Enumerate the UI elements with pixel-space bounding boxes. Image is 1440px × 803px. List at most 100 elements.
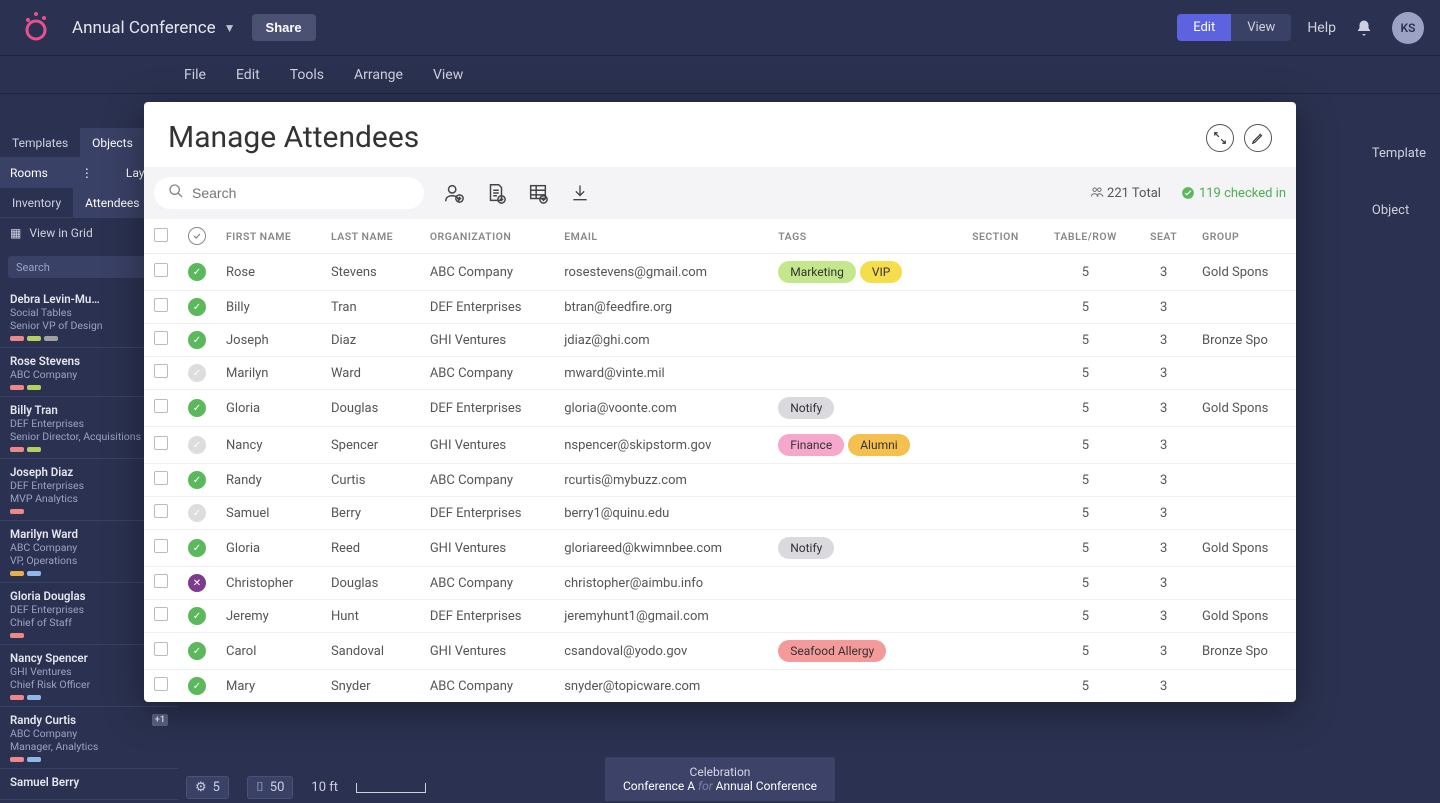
cell-tags: MarketingVIP <box>768 254 955 291</box>
col-table[interactable]: TABLE/ROW <box>1036 219 1136 254</box>
add-list-icon[interactable] <box>484 181 508 205</box>
row-checkbox[interactable] <box>154 471 168 485</box>
row-checkbox[interactable] <box>154 263 168 277</box>
table-row[interactable]: ✓ Billy Tran DEF Enterprises btran@feedf… <box>144 291 1296 324</box>
view-in-grid[interactable]: View in Grid <box>29 226 92 240</box>
col-seat[interactable]: SEAT <box>1135 219 1192 254</box>
help-link[interactable]: Help <box>1307 20 1336 36</box>
menu-view[interactable]: View <box>433 67 463 83</box>
cell-org: DEF Enterprises <box>420 291 554 324</box>
cell-group <box>1192 567 1296 600</box>
cell-lastname: Douglas <box>321 390 420 427</box>
share-button[interactable]: Share <box>252 14 316 41</box>
cell-group: Gold Spons <box>1192 530 1296 567</box>
chair-count[interactable]: ⌷ 50 <box>247 776 293 799</box>
cell-seat: 3 <box>1135 670 1192 703</box>
table-row[interactable]: ✓ Rose Stevens ABC Company rosestevens@g… <box>144 254 1296 291</box>
col-group[interactable]: GROUP <box>1192 219 1296 254</box>
row-checkbox[interactable] <box>154 298 168 312</box>
sidebar-attendee-card[interactable]: Samuel Berry <box>0 769 178 800</box>
table-row[interactable]: ✓ Joseph Diaz GHI Ventures jdiaz@ghi.com… <box>144 324 1296 357</box>
sidebar-search[interactable]: Search <box>8 256 164 278</box>
cell-table: 5 <box>1036 670 1136 703</box>
tab-objects[interactable]: Objects <box>80 128 145 157</box>
table-row[interactable]: ✓ Randy Curtis ABC Company rcurtis@mybuz… <box>144 464 1296 497</box>
tag-pill: Finance <box>778 434 844 456</box>
expand-icon[interactable] <box>1206 124 1234 152</box>
col-tags[interactable]: TAGS <box>768 219 955 254</box>
gear-count[interactable]: ⚙︎ 5 <box>186 776 229 799</box>
row-checkbox[interactable] <box>154 539 168 553</box>
status-icon: ✓ <box>188 642 206 660</box>
banner-event: Celebration <box>623 765 817 779</box>
col-section[interactable]: SECTION <box>955 219 1035 254</box>
tab-attendees[interactable]: Attendees <box>73 188 151 217</box>
col-firstname[interactable]: FIRST NAME <box>216 219 321 254</box>
kebab-icon[interactable]: ⋮ <box>81 166 93 180</box>
columns-icon[interactable] <box>526 181 550 205</box>
status-icon: ✓ <box>188 331 206 349</box>
select-all-checkbox[interactable] <box>154 228 168 242</box>
gear-icon: ⚙︎ <box>195 780 207 795</box>
edit-icon[interactable] <box>1244 124 1272 152</box>
user-avatar[interactable]: KS <box>1392 12 1424 44</box>
banner-room: Conference A <box>623 779 695 793</box>
cell-seat: 3 <box>1135 633 1192 670</box>
table-row[interactable]: ✓ Gloria Douglas DEF Enterprises gloria@… <box>144 390 1296 427</box>
col-email[interactable]: EMAIL <box>554 219 768 254</box>
room-banner[interactable]: Celebration Conference A for Annual Conf… <box>605 757 835 801</box>
tab-inventory[interactable]: Inventory <box>0 188 73 217</box>
row-checkbox[interactable] <box>154 642 168 656</box>
row-checkbox[interactable] <box>154 331 168 345</box>
cell-tags <box>768 497 955 530</box>
row-checkbox[interactable] <box>154 399 168 413</box>
search-box[interactable] <box>154 177 424 209</box>
view-mode-button[interactable]: View <box>1231 14 1291 41</box>
menu-edit[interactable]: Edit <box>236 67 260 83</box>
row-checkbox[interactable] <box>154 364 168 378</box>
cell-seat: 3 <box>1135 530 1192 567</box>
menu-tools[interactable]: Tools <box>290 67 324 83</box>
table-header-row: FIRST NAME LAST NAME ORGANIZATION EMAIL … <box>144 219 1296 254</box>
col-org[interactable]: ORGANIZATION <box>420 219 554 254</box>
cell-tags: Notify <box>768 530 955 567</box>
right-tab-object[interactable]: Object <box>1362 203 1436 218</box>
tab-templates[interactable]: Templates <box>0 128 80 157</box>
add-person-icon[interactable] <box>442 181 466 205</box>
table-row[interactable]: ✓ Jeremy Hunt DEF Enterprises jeremyhunt… <box>144 600 1296 633</box>
menu-arrange[interactable]: Arrange <box>354 67 403 83</box>
row-checkbox[interactable] <box>154 436 168 450</box>
table-row[interactable]: ✕ Christopher Douglas ABC Company christ… <box>144 567 1296 600</box>
download-icon[interactable] <box>568 181 592 205</box>
row-checkbox[interactable] <box>154 677 168 691</box>
row-checkbox[interactable] <box>154 574 168 588</box>
edit-mode-button[interactable]: Edit <box>1177 14 1231 41</box>
menu-file[interactable]: File <box>184 67 206 83</box>
cell-table: 5 <box>1036 357 1136 390</box>
table-row[interactable]: ✓ Nancy Spencer GHI Ventures nspencer@sk… <box>144 427 1296 464</box>
table-row[interactable]: ✓ Carol Sandoval GHI Ventures csandoval@… <box>144 633 1296 670</box>
col-lastname[interactable]: LAST NAME <box>321 219 420 254</box>
cell-org: ABC Company <box>420 464 554 497</box>
cell-email: snyder@topicware.com <box>554 670 768 703</box>
right-tab-template[interactable]: Template <box>1362 128 1436 179</box>
table-row[interactable]: ✓ Mary Snyder ABC Company snyder@topicwa… <box>144 670 1296 703</box>
row-checkbox[interactable] <box>154 504 168 518</box>
tab-rooms[interactable]: Rooms <box>10 166 48 180</box>
cell-org: GHI Ventures <box>420 324 554 357</box>
cell-tags: Seafood Allergy <box>768 633 955 670</box>
table-row[interactable]: ✓ Gloria Reed GHI Ventures gloriareed@kw… <box>144 530 1296 567</box>
cell-section <box>955 390 1035 427</box>
search-input[interactable] <box>192 185 410 201</box>
sidebar-attendee-card[interactable]: Randy Curtis+1 ABC Company Manager, Anal… <box>0 707 178 769</box>
cell-lastname: Reed <box>321 530 420 567</box>
status-header-icon[interactable] <box>188 227 206 245</box>
cell-table: 5 <box>1036 427 1136 464</box>
table-row[interactable]: ✓ Samuel Berry DEF Enterprises berry1@qu… <box>144 497 1296 530</box>
cell-table: 5 <box>1036 497 1136 530</box>
project-title[interactable]: Annual Conference ▼ <box>72 18 236 38</box>
bell-icon[interactable] <box>1352 16 1376 40</box>
table-row[interactable]: ✓ Marilyn Ward ABC Company mward@vinte.m… <box>144 357 1296 390</box>
row-checkbox[interactable] <box>154 607 168 621</box>
total-count: 221 Total <box>1090 185 1161 201</box>
